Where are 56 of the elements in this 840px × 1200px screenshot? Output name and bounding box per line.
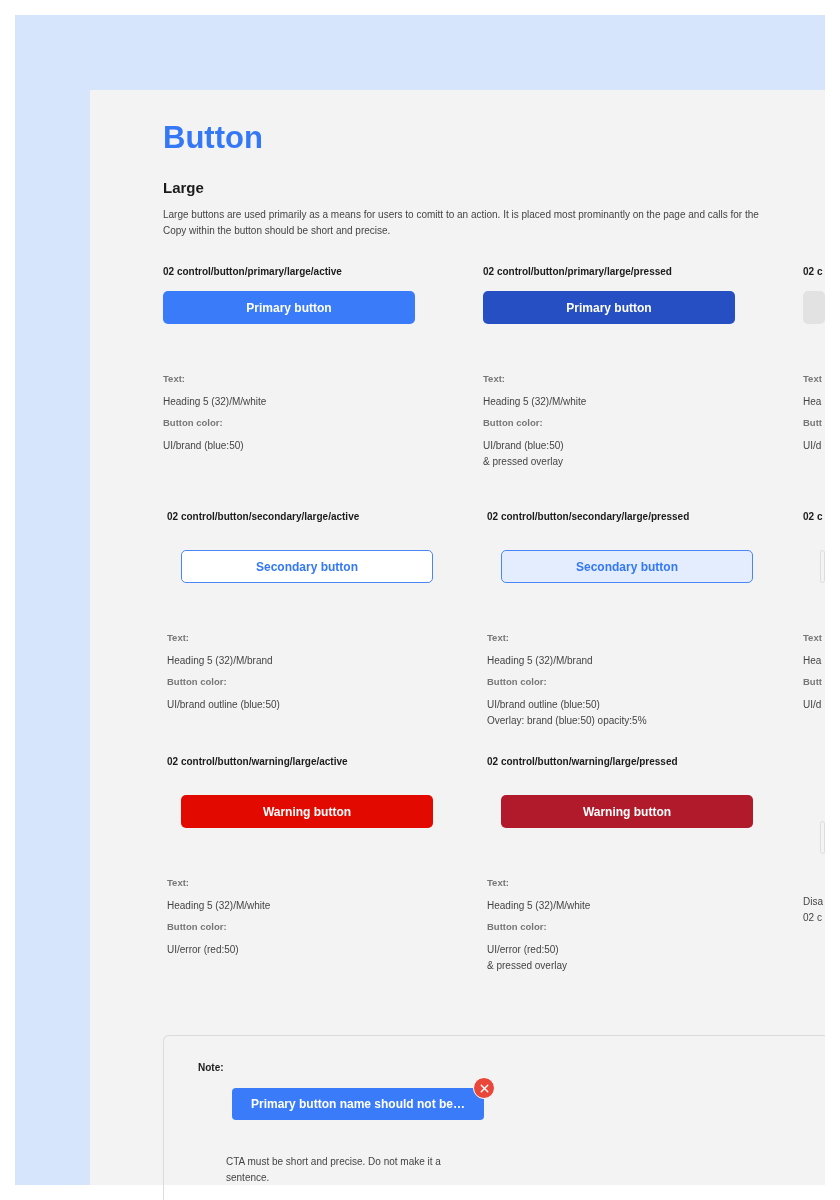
variant-name: 02 control/button/warning/large/active — [167, 755, 349, 769]
spec-value: Heading 5 (32)/M/brand — [487, 654, 594, 668]
spec-value: UI/brand outline (blue:50) — [167, 698, 281, 712]
section-description: Large buttons are used primarily as a means for users to comitt to an action. It is placed most prominantly on the page and calls for the Copy within the button should be short and precise. — [163, 208, 760, 238]
spec-label: Text: — [167, 876, 190, 890]
variant-name: 02 c — [803, 265, 824, 279]
spec-label: Text: — [483, 372, 506, 386]
sample-button[interactable]: Secondary button — [181, 550, 433, 583]
variant-name: 02 control/button/warning/large/pressed — [487, 755, 679, 769]
spec-label: Text: — [487, 876, 510, 890]
sample-button[interactable]: Primary button — [483, 291, 735, 324]
sample-button[interactable] — [803, 291, 825, 324]
note-label: Note: — [198, 1061, 225, 1075]
spec-value: UI/error (red:50) & pressed overlay — [487, 943, 569, 973]
spec-value: UI/d — [803, 439, 823, 453]
sample-button[interactable] — [820, 821, 825, 854]
spec-value: UI/d — [803, 698, 823, 712]
spec-label: Button color: — [487, 920, 548, 934]
spec-label: Text — [803, 372, 823, 386]
example-button[interactable]: Primary button name should not be… — [232, 1088, 484, 1120]
sample-button[interactable] — [820, 550, 825, 583]
variant-name: 02 control/button/primary/large/pressed — [483, 265, 673, 279]
spec-value: UI/brand outline (blue:50) Overlay: brand (blue:50) opacity:5% — [487, 698, 648, 728]
spec-label: Text: — [167, 631, 190, 645]
spec-value: Heading 5 (32)/M/white — [163, 395, 268, 409]
sample-button[interactable]: Warning button — [181, 795, 433, 828]
spec-value: Hea — [803, 654, 823, 668]
spec-label: Button color: — [487, 675, 548, 689]
variant-name: 02 c — [803, 510, 824, 524]
spec-label: Text — [803, 631, 823, 645]
spec-value: Heading 5 (32)/M/white — [167, 899, 272, 913]
variant-name: 02 control/button/secondary/large/active — [167, 510, 361, 524]
spec-label: Button color: — [167, 675, 228, 689]
spec-label: Butt — [803, 416, 823, 430]
spec-label: Text: — [163, 372, 186, 386]
spec-label: Text: — [487, 631, 510, 645]
spec-value: UI/brand (blue:50) & pressed overlay — [483, 439, 565, 469]
variant-name: 02 control/button/secondary/large/pressed — [487, 510, 691, 524]
sample-button[interactable]: Primary button — [163, 291, 415, 324]
spec-value: UI/error (red:50) — [167, 943, 240, 957]
spec-label: Button color: — [483, 416, 544, 430]
spec-value: Heading 5 (32)/M/white — [487, 899, 592, 913]
spec-label: Butt — [803, 675, 823, 689]
sample-button[interactable]: Warning button — [501, 795, 753, 828]
spec-value: Hea — [803, 395, 823, 409]
spec-label: Button color: — [163, 416, 224, 430]
section-heading: Large — [163, 178, 205, 198]
spec-value: Heading 5 (32)/M/brand — [167, 654, 274, 668]
sample-button[interactable]: Secondary button — [501, 550, 753, 583]
page-title: Button — [163, 120, 264, 156]
spec-label: Button color: — [167, 920, 228, 934]
spec-value: Disa 02 c — [803, 895, 824, 925]
variant-name: 02 control/button/primary/large/active — [163, 265, 343, 279]
spec-value: Heading 5 (32)/M/white — [483, 395, 588, 409]
spec-value: UI/brand (blue:50) — [163, 439, 245, 453]
note-text: CTA must be short and precise. Do not make it a sentence. — [226, 1155, 442, 1185]
